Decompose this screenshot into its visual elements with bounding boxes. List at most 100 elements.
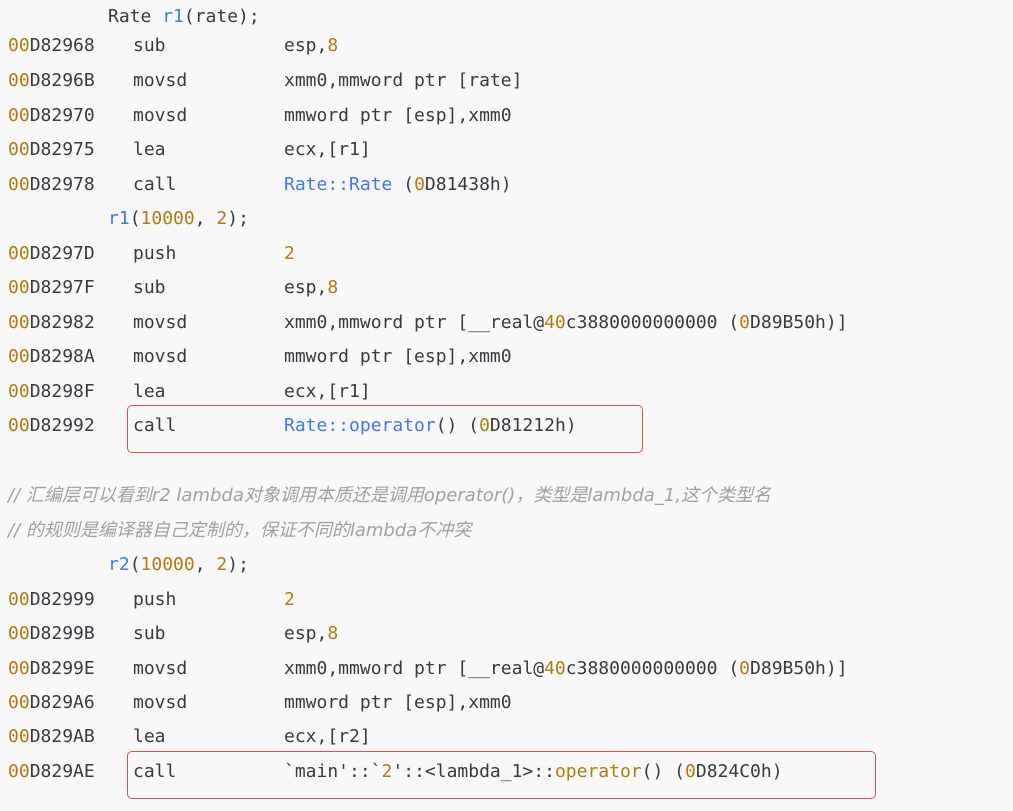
address-prefix: 00 <box>8 381 30 402</box>
address-offset: D82968 <box>29 35 95 56</box>
code-comment: // 汇编层可以看到r2 lambda对象调用本质还是调用operator()，… <box>8 485 771 506</box>
address-offset: D8296B <box>29 70 95 91</box>
asm-operands: esp,8 <box>284 271 338 305</box>
asm-operands: ecx,[r1] <box>284 375 371 409</box>
asm-operands: mmword ptr [esp],xmm0 <box>284 99 512 133</box>
address-offset: D829AE <box>29 761 95 782</box>
asm-address: 00D8297F <box>8 271 95 305</box>
address-prefix: 00 <box>8 70 30 91</box>
address-offset: D829A6 <box>29 692 95 713</box>
asm-line: 00D829AB lea ecx,[r2] <box>0 720 1013 754</box>
operand-token: 0 <box>739 312 751 333</box>
asm-operands: mmword ptr [esp],xmm0 <box>284 686 512 720</box>
source-token: ); <box>227 208 249 229</box>
address-prefix: 00 <box>8 312 30 333</box>
address-prefix: 00 <box>8 658 30 679</box>
source-text: Rate <box>108 6 163 27</box>
operand-token: esp, <box>284 623 328 644</box>
asm-line: 00D8299E movsd xmm0,mmword ptr [__real@40c… <box>0 652 1013 686</box>
asm-operands: xmm0,mmword ptr [rate] <box>284 64 522 98</box>
source-text: (rate); <box>183 6 260 27</box>
asm-address: 00D8297D <box>8 237 95 271</box>
asm-address: 00D82999 <box>8 583 95 617</box>
source-token: 2 <box>216 208 228 229</box>
asm-mnemonic: sub <box>133 277 166 298</box>
asm-operands: 2 <box>284 583 295 617</box>
asm-address: 00D82968 <box>8 29 95 63</box>
address-prefix: 00 <box>8 243 30 264</box>
address-prefix: 00 <box>8 174 30 195</box>
asm-address: 00D8298A <box>8 340 95 374</box>
asm-line: 00D8297F sub esp,8 <box>0 271 1013 305</box>
operand-token: esp, <box>284 277 328 298</box>
asm-mnemonic: movsd <box>133 658 188 679</box>
asm-address: 00D829AB <box>8 720 95 754</box>
address-offset: D8299B <box>29 623 95 644</box>
source-token: 10000 <box>140 554 195 575</box>
address-prefix: 00 <box>8 35 30 56</box>
operand-token: D81438h) <box>424 174 512 195</box>
source-token: ( <box>129 208 141 229</box>
address-offset: D82992 <box>29 415 95 436</box>
source-identifier: r1 <box>162 6 184 27</box>
address-offset: D82982 <box>29 312 95 333</box>
source-token: , <box>194 208 217 229</box>
operand-token: c3880000000000 ( <box>565 312 740 333</box>
source-line: r2(10000, 2); <box>108 548 249 582</box>
asm-operands: 2 <box>284 237 295 271</box>
asm-mnemonic: lea <box>133 381 166 402</box>
asm-line: 00D82970 movsd mmword ptr [esp],xmm0 <box>0 99 1013 133</box>
operand-token: ecx,[r1] <box>284 381 371 402</box>
address-offset: D8298A <box>29 346 95 367</box>
operand-token: D89B50h)] <box>750 312 848 333</box>
asm-line: 00D82968 sub esp,8 <box>0 29 1013 63</box>
address-prefix: 00 <box>8 761 30 782</box>
asm-line: 00D8298F lea ecx,[r1] <box>0 375 1013 409</box>
source-token: ); <box>227 554 249 575</box>
address-offset: D8297D <box>29 243 95 264</box>
operand-token: 2 <box>284 589 295 610</box>
asm-line: 00D829A6 movsd mmword ptr [esp],xmm0 <box>0 686 1013 720</box>
operand-token: D89B50h)] <box>750 658 848 679</box>
address-prefix: 00 <box>8 277 30 298</box>
address-offset: D82975 <box>29 139 95 160</box>
call-highlight-box <box>127 405 643 453</box>
source-line: r1(10000, 2); <box>108 202 249 236</box>
asm-mnemonic: sub <box>133 623 166 644</box>
code-comment: // 的规则是编译器自己定制的，保证不同的lambda不冲突 <box>8 520 472 541</box>
asm-operands: mmword ptr [esp],xmm0 <box>284 340 512 374</box>
asm-mnemonic: movsd <box>133 105 188 126</box>
asm-mnemonic: movsd <box>133 692 188 713</box>
address-offset: D82978 <box>29 174 95 195</box>
operand-token: Rate::Rate <box>284 174 393 195</box>
operand-token: mmword ptr [esp],xmm0 <box>284 346 512 367</box>
asm-line: 00D82975 lea ecx,[r1] <box>0 133 1013 167</box>
operand-token: xmm0,mmword ptr [__real@ <box>284 658 545 679</box>
operand-token: ( <box>392 174 415 195</box>
asm-mnemonic: movsd <box>133 346 188 367</box>
asm-operands: esp,8 <box>284 29 338 63</box>
operand-token: 0 <box>739 658 751 679</box>
asm-operands: esp,8 <box>284 617 338 651</box>
operand-token: 40 <box>544 312 566 333</box>
address-offset: D82970 <box>29 105 95 126</box>
address-prefix: 00 <box>8 139 30 160</box>
asm-operands: ecx,[r1] <box>284 133 371 167</box>
address-prefix: 00 <box>8 346 30 367</box>
source-identifier: r2 <box>108 554 130 575</box>
operand-token: c3880000000000 ( <box>565 658 740 679</box>
asm-operands: Rate::Rate (0D81438h) <box>284 168 512 202</box>
operand-token: xmm0,mmword ptr [__real@ <box>284 312 545 333</box>
asm-line: 00D82982 movsd xmm0,mmword ptr [__real@40c… <box>0 306 1013 340</box>
asm-address: 00D829AE <box>8 755 95 789</box>
operand-token: mmword ptr [esp],xmm0 <box>284 105 512 126</box>
asm-mnemonic: push <box>133 243 177 264</box>
address-prefix: 00 <box>8 105 30 126</box>
asm-mnemonic: lea <box>133 726 166 747</box>
call-highlight-box <box>127 751 876 799</box>
operand-token: 8 <box>327 623 339 644</box>
address-prefix: 00 <box>8 589 30 610</box>
address-prefix: 00 <box>8 692 30 713</box>
asm-line: 00D82999 push 2 <box>0 583 1013 617</box>
asm-mnemonic: call <box>133 174 177 195</box>
